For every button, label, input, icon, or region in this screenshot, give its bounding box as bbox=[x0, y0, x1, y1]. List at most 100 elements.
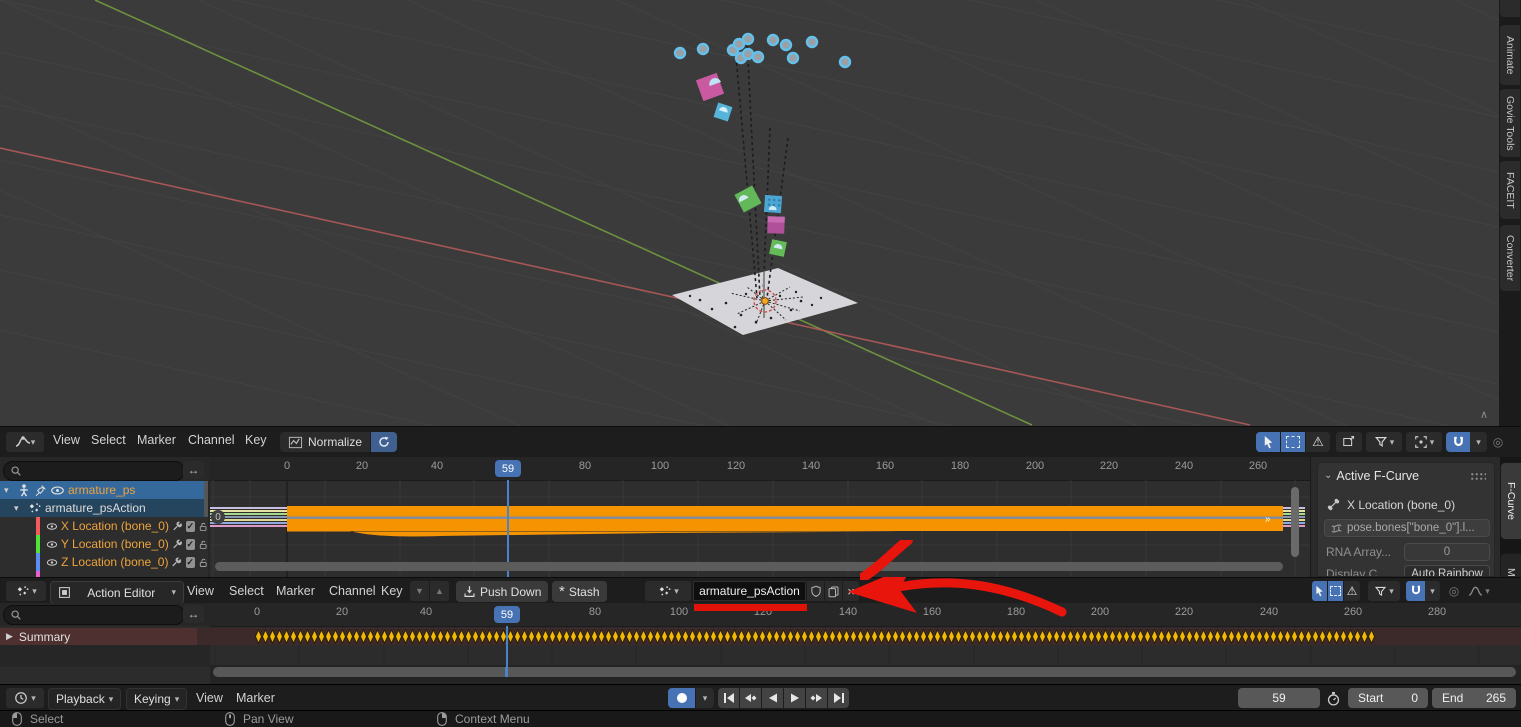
disclosure-triangle-icon[interactable]: ▶ bbox=[6, 631, 13, 642]
snap-toggle-button[interactable] bbox=[1406, 581, 1425, 601]
menu-select[interactable]: Select bbox=[229, 582, 264, 600]
menu-select[interactable]: Select bbox=[91, 431, 126, 449]
menu-view[interactable]: View bbox=[196, 689, 223, 707]
sidebar-tab-partial[interactable]: n bbox=[1499, 0, 1520, 18]
auto-normalize-refresh-button[interactable] bbox=[371, 432, 397, 452]
sidebar-tab-fcurve[interactable]: F-Curve bbox=[1500, 462, 1521, 540]
filter-button[interactable]: ▾ bbox=[1366, 432, 1402, 452]
channel-row-armature-ps[interactable]: ▾ armature_ps bbox=[0, 481, 208, 499]
panel-drag-handle-icon[interactable] bbox=[1470, 472, 1486, 481]
play-reverse-button[interactable] bbox=[762, 688, 783, 708]
editor-type-dope-button[interactable]: ▾ bbox=[6, 581, 46, 601]
menu-key[interactable]: Key bbox=[381, 582, 403, 600]
playhead-frame-badge[interactable]: 59 bbox=[495, 460, 521, 477]
graph-ruler[interactable]: 0 20 40 80 100 120 140 160 180 200 220 2… bbox=[210, 457, 1310, 481]
sidebar-tab-modifiers[interactable]: Modifiers bbox=[1500, 553, 1521, 577]
unlock-icon[interactable] bbox=[198, 556, 208, 569]
frame-start-field[interactable]: Start 0 bbox=[1348, 688, 1428, 708]
jump-to-start-button[interactable] bbox=[718, 688, 739, 708]
channel-row-armature-psaction[interactable]: ▾ armature_psAction bbox=[0, 499, 208, 517]
menu-view[interactable]: View bbox=[53, 431, 80, 449]
sidebar-tab-animate[interactable]: Animate bbox=[1499, 24, 1520, 86]
play-button[interactable] bbox=[784, 688, 805, 708]
move-channel-down-button[interactable]: ▼ bbox=[410, 581, 429, 601]
channel-scrollbar[interactable] bbox=[204, 481, 208, 517]
channel-enable-checkbox[interactable]: ✓ bbox=[186, 557, 195, 568]
3d-viewport[interactable]: n Animate Govie Tools FACEIT Converter ∧ bbox=[0, 0, 1521, 426]
unlock-icon[interactable] bbox=[198, 538, 208, 551]
normalize-toggle[interactable]: Normalize bbox=[280, 432, 370, 452]
tweak-tool-button[interactable] bbox=[1312, 581, 1327, 601]
previous-keyframe-button[interactable] bbox=[740, 688, 761, 708]
menu-view[interactable]: View bbox=[187, 582, 214, 600]
sidebar-tab-govie-tools[interactable]: Govie Tools bbox=[1499, 88, 1520, 158]
playhead-frame-badge[interactable]: 59 bbox=[494, 606, 520, 623]
eye-icon[interactable] bbox=[46, 520, 58, 533]
current-frame-field[interactable]: 59 bbox=[1238, 688, 1320, 708]
channel-row-z-location[interactable]: Z Location (bone_0) ✓ bbox=[0, 553, 208, 571]
tweak-tool-button[interactable] bbox=[1256, 432, 1280, 452]
snap-toggle-button[interactable] bbox=[1446, 432, 1470, 452]
new-action-button[interactable] bbox=[825, 581, 842, 601]
snap-options-button[interactable]: ▾ bbox=[1470, 432, 1487, 452]
snap-options-button[interactable]: ▾ bbox=[1425, 581, 1440, 601]
stash-button[interactable]: * Stash bbox=[552, 581, 607, 602]
next-keyframe-button[interactable] bbox=[806, 688, 827, 708]
keying-dropdown[interactable]: Keying ▾ bbox=[126, 688, 187, 710]
graph-vscrollbar[interactable] bbox=[1291, 487, 1299, 557]
modifier-wrench-icon[interactable] bbox=[172, 519, 183, 533]
action-browse-button[interactable]: ▾ bbox=[645, 581, 691, 601]
filter-invert-button[interactable]: ↔ bbox=[183, 461, 204, 479]
editor-type-timeline-button[interactable]: ▾ bbox=[6, 688, 44, 708]
auto-keyframe-options-button[interactable]: ▾ bbox=[696, 688, 714, 708]
editor-type-graph-button[interactable]: ▾ bbox=[6, 432, 44, 452]
sidebar-tab-faceit[interactable]: FACEIT bbox=[1499, 160, 1520, 220]
modifier-wrench-icon[interactable] bbox=[172, 537, 183, 551]
menu-channel[interactable]: Channel bbox=[188, 431, 235, 449]
graph-plot-area[interactable]: 0 20 40 80 100 120 140 160 180 200 220 2… bbox=[210, 457, 1310, 577]
frame-channel-button[interactable] bbox=[1336, 432, 1362, 452]
use-preview-range-button[interactable] bbox=[1322, 688, 1344, 708]
filter-button[interactable]: ▾ bbox=[1368, 581, 1400, 601]
proportional-edit-button[interactable]: ◎ bbox=[1446, 581, 1462, 601]
filter-invert-button[interactable]: ↔ bbox=[183, 605, 204, 623]
menu-marker[interactable]: Marker bbox=[276, 582, 315, 600]
dope-hscrollbar[interactable] bbox=[213, 667, 1516, 677]
dope-ruler[interactable]: 0 20 40 80 100 120 140 160 180 200 220 2… bbox=[210, 603, 1521, 627]
dope-sheet-body[interactable]: ↔ 0 20 40 80 100 120 140 160 180 200 220… bbox=[0, 603, 1521, 684]
channel-search-input[interactable] bbox=[3, 605, 185, 625]
warning-button[interactable]: ⚠ bbox=[1344, 581, 1360, 601]
summary-keyframe-track[interactable] bbox=[197, 628, 1521, 645]
frame-end-field[interactable]: End 265 bbox=[1432, 688, 1516, 708]
disclosure-triangle-icon[interactable]: ▾ bbox=[4, 485, 14, 496]
channel-enable-checkbox[interactable]: ✓ bbox=[186, 521, 195, 532]
push-down-button[interactable]: Push Down bbox=[456, 581, 548, 602]
auto-keyframe-record-button[interactable] bbox=[668, 688, 695, 708]
menu-key[interactable]: Key bbox=[245, 431, 267, 449]
menu-marker[interactable]: Marker bbox=[236, 689, 275, 707]
unlink-action-button[interactable]: × bbox=[843, 581, 859, 601]
menu-marker[interactable]: Marker bbox=[137, 431, 176, 449]
disclosure-triangle-icon[interactable]: ▾ bbox=[14, 503, 24, 514]
dope-playhead-line[interactable] bbox=[506, 626, 508, 667]
action-name-field[interactable]: armature_psAction bbox=[693, 581, 806, 601]
modifier-wrench-icon[interactable] bbox=[171, 555, 182, 569]
summary-channel-row[interactable]: ▶ Summary bbox=[0, 628, 203, 645]
region-collapse-chevron-icon[interactable]: ∧ bbox=[1480, 408, 1488, 421]
display-color-button[interactable]: Auto Rainbow bbox=[1404, 565, 1490, 577]
rna-array-value-field[interactable]: 0 bbox=[1404, 543, 1490, 561]
graph-hscrollbar[interactable] bbox=[215, 562, 1283, 571]
box-select-tool-button[interactable] bbox=[1281, 432, 1305, 452]
playback-dropdown[interactable]: Playback ▾ bbox=[48, 688, 121, 710]
box-select-tool-button[interactable] bbox=[1328, 581, 1343, 601]
falloff-button[interactable]: ▾ bbox=[1463, 581, 1495, 601]
jump-to-end-button[interactable] bbox=[828, 688, 849, 708]
pivot-point-button[interactable]: ▾ bbox=[1406, 432, 1442, 452]
eye-icon[interactable] bbox=[46, 556, 58, 569]
move-channel-up-button[interactable]: ▲ bbox=[430, 581, 449, 601]
channel-search-input[interactable] bbox=[3, 461, 185, 481]
panel-collapse-chevron-icon[interactable]: ⌄ bbox=[1324, 471, 1332, 481]
channel-enable-checkbox[interactable]: ✓ bbox=[186, 539, 195, 550]
channel-row-x-location[interactable]: X Location (bone_0) ✓ bbox=[0, 517, 208, 535]
menu-channel[interactable]: Channel bbox=[329, 582, 376, 600]
